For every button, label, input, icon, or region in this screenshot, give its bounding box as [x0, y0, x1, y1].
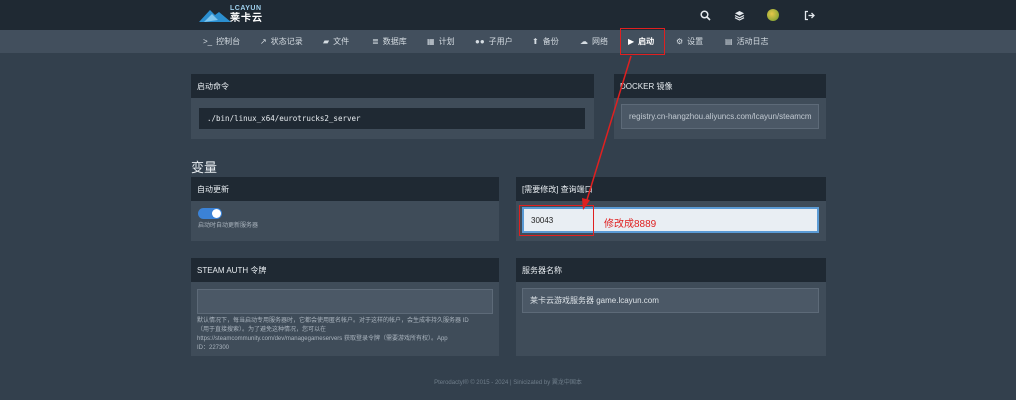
logo-text-en: LCAYUN — [230, 5, 262, 12]
footer: Pterodactyl® © 2015 - 2024 | Sinicizated… — [434, 380, 582, 386]
highlight-startup-tab — [620, 28, 665, 55]
database-icon: ≣ — [372, 37, 379, 46]
steam-auth-header: STEAM AUTH 令牌 — [191, 258, 499, 282]
annotation-arrow — [582, 55, 632, 210]
tab-label: 文件 — [333, 37, 350, 46]
tab-label: 状态记录 — [270, 37, 303, 46]
avatar[interactable] — [767, 9, 779, 21]
tab-backups[interactable]: ⬆ 备份 — [532, 30, 559, 53]
annotation-text: 修改成8889 — [604, 219, 657, 230]
upload-icon: ⬆ — [532, 37, 539, 46]
hint-line: （用于直接搜索）。为了避免这种情况，您可以在 — [197, 327, 327, 333]
steam-auth-hint: 默认情况下，每当启动专用服务器时，它都会使用匿名帐户。对于这样的帐户，会生成非持… — [197, 317, 497, 353]
logo-text: LCAYUN 莱卡云 — [230, 5, 263, 24]
server-nav: >_ 控制台 ↗ 状态记录 ▰ 文件 ≣ 数据库 ▦ 计划 ●● 子用户 ⬆ 备份 ☁ 网络 ▶… — [0, 30, 1016, 53]
tab-label: 数据库 — [382, 37, 407, 46]
search-icon[interactable] — [698, 8, 712, 22]
tab-label: 子用户 — [488, 37, 513, 46]
startup-command-header: 启动命令 — [191, 74, 594, 98]
tab-databases[interactable]: ≣ 数据库 — [372, 30, 407, 53]
tab-schedules[interactable]: ▦ 计划 — [427, 30, 455, 53]
tab-label: 备份 — [542, 37, 559, 46]
gear-icon: ⚙ — [676, 37, 684, 46]
variables-title: 变量 — [191, 160, 218, 175]
chart-icon: ↗ — [260, 37, 267, 46]
logo-mountain-icon — [199, 10, 231, 22]
tab-activity[interactable]: ▤ 活动日志 — [725, 30, 769, 53]
server-name-header: 服务器名称 — [516, 258, 826, 282]
server-name-input[interactable]: 莱卡云游戏服务器 game.lcayun.com — [522, 288, 819, 313]
tab-console[interactable]: >_ 控制台 — [203, 30, 240, 53]
startup-command-value: ./bin/linux_x64/eurotrucks2_server — [199, 108, 585, 129]
tab-label: 计划 — [438, 37, 455, 46]
docker-image-select[interactable]: registry.cn-hangzhou.aliyuncs.com/lcayun… — [621, 104, 819, 129]
tab-label: 活动日志 — [736, 37, 769, 46]
logo[interactable]: LCAYUN 莱卡云 — [198, 5, 262, 24]
log-icon: ▤ — [725, 37, 733, 46]
tab-status[interactable]: ↗ 状态记录 — [260, 30, 303, 53]
hint-line: 默认情况下，每当启动专用服务器时，它都会使用匿名帐户。对于这样的帐户，会生成非持… — [197, 318, 469, 324]
auto-update-hint: 启动时自动更新服务器 — [198, 223, 259, 229]
tab-users[interactable]: ●● 子用户 — [475, 30, 513, 53]
network-icon: ☁ — [580, 37, 588, 46]
tab-files[interactable]: ▰ 文件 — [323, 30, 349, 53]
highlight-query-port — [519, 205, 594, 236]
tab-label: 设置 — [687, 37, 704, 46]
logo-text-cn: 莱卡云 — [230, 13, 263, 24]
users-icon: ●● — [475, 37, 485, 46]
logout-icon[interactable] — [802, 8, 816, 22]
tab-label: 网络 — [592, 37, 608, 46]
steam-auth-input[interactable] — [197, 289, 493, 314]
calendar-icon: ▦ — [427, 37, 435, 46]
layers-icon[interactable] — [732, 8, 746, 22]
folder-icon: ▰ — [323, 37, 330, 46]
auto-update-header: 自动更新 — [191, 177, 499, 201]
tab-settings[interactable]: ⚙ 设置 — [676, 30, 703, 53]
auto-update-panel — [191, 201, 499, 241]
tab-network[interactable]: ☁ 网络 — [580, 30, 608, 53]
query-port-header: [需要修改] 查询端口 — [516, 177, 826, 201]
hint-line: https://steamcommunity.com/dev/managegam… — [197, 336, 448, 342]
tab-label: 控制台 — [216, 37, 241, 46]
hint-line: ID：227300 — [197, 345, 230, 351]
auto-update-toggle[interactable] — [198, 208, 222, 219]
terminal-icon: >_ — [203, 37, 213, 46]
docker-image-header: DOCKER 镜像 — [614, 74, 826, 98]
top-bar: LCAYUN 莱卡云 — [0, 0, 1016, 30]
